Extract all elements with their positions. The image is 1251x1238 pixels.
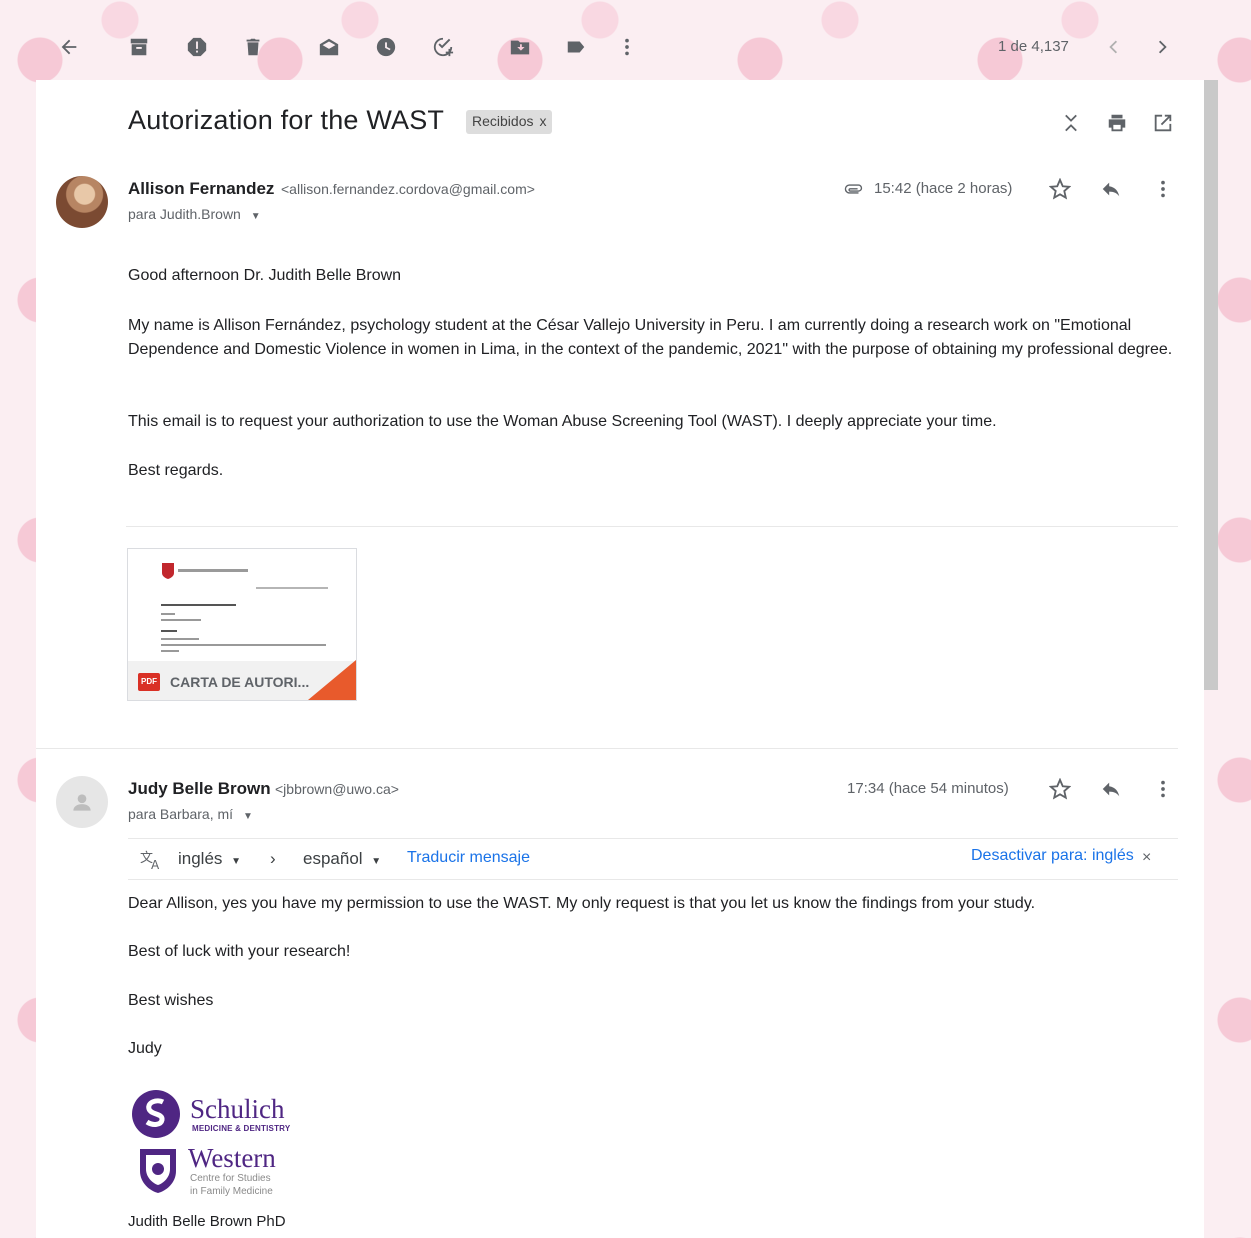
message-time: 15:42 (hace 2 horas) xyxy=(874,180,1013,197)
message-paragraph: Best wishes xyxy=(128,992,214,1009)
source-language-dropdown[interactable]: inglés ▼ xyxy=(178,849,241,869)
pager-count: 1 de 4,137 xyxy=(998,38,1069,55)
chevron-down-icon: ▼ xyxy=(371,856,382,867)
recipient-line[interactable]: para Barbara, mí ▼ xyxy=(128,806,253,822)
back-arrow-icon[interactable] xyxy=(52,30,86,64)
message-paragraph: Best of luck with your research! xyxy=(128,943,351,960)
chevron-down-icon: ▼ xyxy=(231,856,242,867)
inbox-label-chip: Recibidos x xyxy=(466,110,553,134)
sender-name[interactable]: Judy Belle Brown xyxy=(128,779,271,799)
schulich-wordmark: Schulich xyxy=(190,1094,285,1124)
attachment-clip-icon xyxy=(840,176,866,202)
divider xyxy=(126,526,1178,527)
archive-icon[interactable] xyxy=(122,30,156,64)
document-thumbnail-icon xyxy=(161,563,328,652)
more-vertical-icon[interactable] xyxy=(1150,176,1176,202)
add-task-icon[interactable] xyxy=(426,30,460,64)
chevron-right-icon[interactable] xyxy=(1146,30,1180,64)
message-paragraph: My name is Allison Fernández, psychology… xyxy=(128,317,1173,358)
translate-message-link[interactable]: Traducir mensaje xyxy=(407,849,530,867)
person-icon xyxy=(73,794,91,811)
disable-translation-link[interactable]: Desactivar para: inglés xyxy=(971,847,1134,865)
translate-icon: 文A xyxy=(140,849,164,876)
western-crest-icon xyxy=(140,1149,176,1193)
schulich-subtitle: MEDICINE & DENTISTRY xyxy=(192,1124,291,1133)
western-wordmark: Western xyxy=(188,1143,276,1173)
remove-label-button[interactable]: x xyxy=(539,113,546,129)
star-icon[interactable] xyxy=(1047,176,1073,202)
western-subtitle-line1: Centre for Studies xyxy=(190,1173,271,1184)
svg-text:A: A xyxy=(151,858,160,871)
schulich-s-icon xyxy=(132,1090,180,1138)
western-logo: Western Centre for Studies in Family Med… xyxy=(136,1143,306,1201)
inbox-label-text: Recibidos xyxy=(472,113,534,129)
message-paragraph: This email is to request your authorizat… xyxy=(128,413,997,430)
sender-email: <allison.fernandez.cordova@gmail.com> xyxy=(281,181,535,197)
sender-name[interactable]: Allison Fernandez xyxy=(128,179,274,199)
pdf-attachment-card[interactable]: PDF CARTA DE AUTORI... xyxy=(127,548,357,701)
open-new-window-icon[interactable] xyxy=(1150,110,1176,136)
message-paragraph: Dear Allison, yes you have my permission… xyxy=(128,895,1036,912)
reply-arrow-icon[interactable] xyxy=(1098,776,1124,802)
sender-avatar-photo[interactable] xyxy=(56,176,108,228)
collapse-all-icon[interactable] xyxy=(1058,110,1084,136)
pdf-file-icon: PDF xyxy=(138,672,160,691)
reply-arrow-icon[interactable] xyxy=(1098,176,1124,202)
label-tag-icon[interactable] xyxy=(559,30,593,64)
attachment-filename: CARTA DE AUTORI... xyxy=(170,673,310,690)
snooze-clock-icon[interactable] xyxy=(369,30,403,64)
close-icon[interactable]: × xyxy=(1142,849,1151,867)
scrollbar[interactable] xyxy=(1204,80,1218,690)
attachment-corner-fold xyxy=(308,660,356,700)
page-title: Autorization for the WAST xyxy=(128,105,445,135)
toolbar: 1 de 4,137 xyxy=(0,0,1251,80)
chevron-right-icon: › xyxy=(270,849,276,868)
chevron-down-icon[interactable]: ▼ xyxy=(243,811,253,822)
delete-icon[interactable] xyxy=(236,30,270,64)
recipient-line[interactable]: para Judith.Brown ▼ xyxy=(128,206,261,222)
star-icon[interactable] xyxy=(1047,776,1073,802)
chevron-left-icon[interactable] xyxy=(1096,30,1130,64)
translate-bar: 文A inglés ▼ › español ▼ Traducir mensaje… xyxy=(128,838,1178,880)
message-time: 17:34 (hace 54 minutos) xyxy=(847,780,1009,797)
target-language-label: español xyxy=(303,849,363,868)
source-language-label: inglés xyxy=(178,849,223,868)
sender-avatar-generic[interactable] xyxy=(56,776,108,828)
report-spam-icon[interactable] xyxy=(180,30,214,64)
chevron-down-icon[interactable]: ▼ xyxy=(251,211,261,222)
more-vertical-icon[interactable] xyxy=(1150,776,1176,802)
move-to-folder-icon[interactable] xyxy=(503,30,537,64)
target-language-dropdown[interactable]: español ▼ xyxy=(303,849,381,869)
print-icon[interactable] xyxy=(1104,110,1130,136)
signature-name: Judith Belle Brown PhD xyxy=(128,1213,286,1230)
message-closing: Best regards. xyxy=(128,462,224,479)
more-vertical-icon[interactable] xyxy=(610,30,644,64)
message-paragraph: Judy xyxy=(128,1040,162,1057)
sender-email: <jbbrown@uwo.ca> xyxy=(275,781,399,797)
divider xyxy=(36,748,1178,749)
western-subtitle-line2: in Family Medicine xyxy=(190,1186,273,1197)
recipient-text: para Barbara, mí xyxy=(128,806,234,822)
message-greeting: Good afternoon Dr. Judith Belle Brown xyxy=(128,267,402,284)
mark-unread-icon[interactable] xyxy=(312,30,346,64)
recipient-text: para Judith.Brown xyxy=(128,206,241,222)
attachment-preview[interactable] xyxy=(128,549,356,661)
schulich-logo: Schulich MEDICINE & DENTISTRY xyxy=(130,1088,300,1140)
